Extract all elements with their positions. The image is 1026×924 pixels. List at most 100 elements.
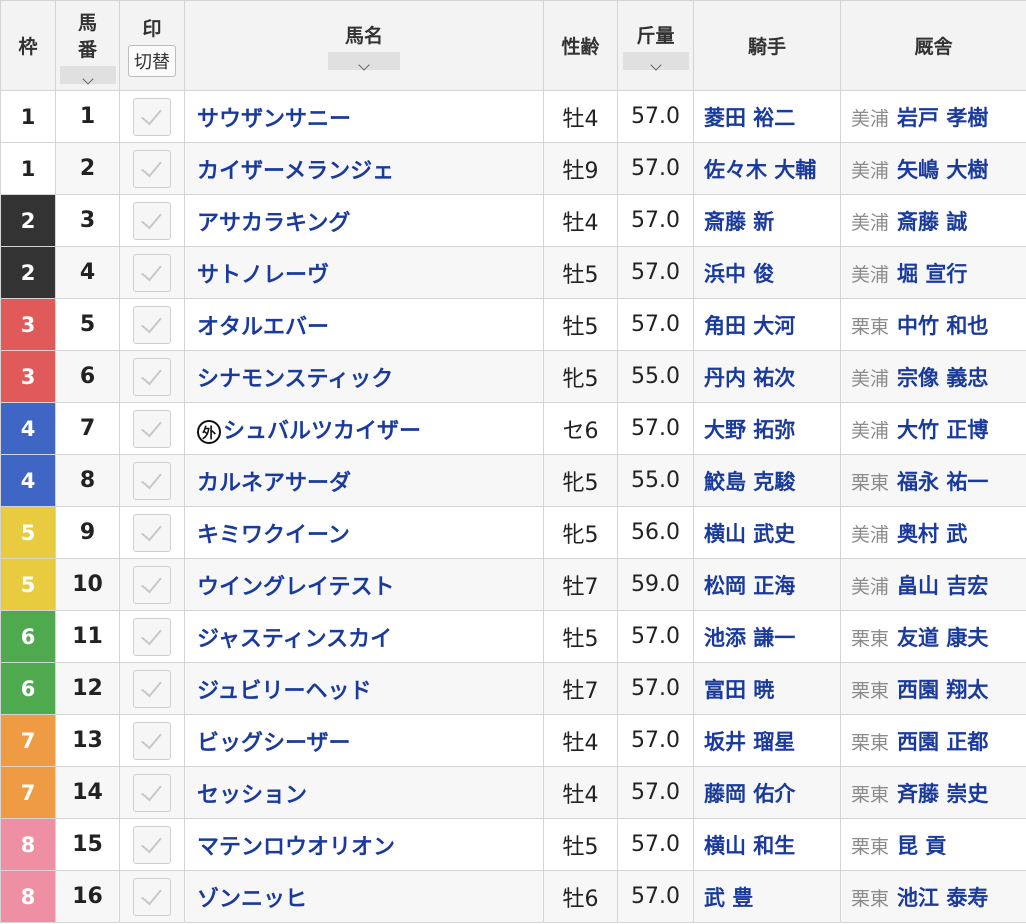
trainer-name[interactable]: 奥村 武 [897, 522, 967, 546]
stable-cell: 美浦 矢嶋 大樹 [840, 142, 1026, 195]
mark-checkbox[interactable] [133, 617, 171, 656]
stable-cell: 美浦堀 宣行 [840, 246, 1026, 299]
trainer-name[interactable]: 西園 正都 [897, 730, 988, 754]
jockey-name[interactable]: 池添 謙一 [693, 610, 841, 663]
trainer-name[interactable]: 大竹 正博 [897, 418, 988, 442]
header-horse-name[interactable]: 馬名 [184, 0, 544, 91]
mark-checkbox[interactable] [133, 305, 171, 344]
horse-name-sort-button[interactable] [328, 52, 400, 71]
horse-name[interactable]: ウイングレイテスト [184, 558, 544, 611]
mark-checkbox[interactable] [133, 565, 171, 604]
horse-name[interactable]: サトノレーヴ [184, 246, 544, 299]
trainer-name[interactable]: 池江 泰寿 [897, 886, 988, 910]
horse-name[interactable]: キミワクイーン [184, 506, 544, 559]
table-row: 2 4 サトノレーヴ 牡5 57.0 浜中 俊美浦堀 宣行 [0, 246, 1026, 299]
horse-name-text[interactable]: マテンロウオリオン [197, 835, 395, 860]
mark-checkbox[interactable] [133, 253, 171, 292]
horse-name-text[interactable]: ウイングレイテスト [197, 575, 395, 600]
horse-name[interactable]: カルネアサーダ [184, 454, 544, 507]
trainer-name[interactable]: 斉藤 崇史 [897, 782, 988, 806]
horse-name-text[interactable]: ゾンニッヒ [197, 887, 307, 912]
jockey-name[interactable]: 菱田 裕二 [693, 90, 841, 143]
mark-checkbox[interactable] [133, 357, 171, 396]
horse-number: 5 [55, 298, 120, 351]
trainer-name[interactable]: 堀 宣行 [897, 262, 967, 286]
horse-name-text[interactable]: ビッグシーザー [197, 731, 351, 756]
trainer-name[interactable]: 岩戸 孝樹 [897, 106, 988, 130]
horse-name[interactable]: 外シュバルツカイザー [184, 402, 544, 455]
horse-name-text[interactable]: サウザンサニー [197, 107, 351, 132]
jockey-name[interactable]: 斎藤 新 [693, 194, 841, 247]
mark-checkbox[interactable] [133, 409, 171, 448]
mark-checkbox[interactable] [133, 773, 171, 812]
jockey-name[interactable]: 浜中 俊 [693, 246, 841, 299]
jockey-name[interactable]: 鮫島 克駿 [693, 454, 841, 507]
horse-name-text[interactable]: キミワクイーン [197, 523, 350, 548]
weight-sort-button[interactable] [622, 52, 689, 71]
trainer-name[interactable]: 矢嶋 大樹 [897, 158, 988, 182]
horse-name-text[interactable]: カルネアサーダ [197, 471, 351, 496]
trainer-name[interactable]: 畠山 吉宏 [897, 574, 988, 598]
mark-checkbox[interactable] [133, 513, 171, 552]
jockey-name[interactable]: 佐々木 大輔 [693, 142, 841, 195]
jockey-name[interactable]: 丹内 祐次 [693, 350, 841, 403]
jockey-name[interactable]: 大野 拓弥 [693, 402, 841, 455]
chevron-down-icon [649, 59, 662, 71]
table-row: 7 13 ビッグシーザー 牡4 57.0 坂井 瑠星 栗東 西園 正都 [0, 714, 1026, 767]
trainer-name[interactable]: 斎藤 誠 [897, 210, 967, 234]
stable-cell: 美浦 岩戸 孝樹 [840, 90, 1026, 143]
mark-checkbox[interactable] [133, 825, 171, 864]
horse-name[interactable]: セッション [184, 766, 544, 819]
horse-name-text[interactable]: オタルエバー [197, 315, 329, 340]
waku-number: 5 [0, 506, 56, 559]
horse-name[interactable]: ジャスティンスカイ [184, 610, 544, 663]
horse-name[interactable]: マテンロウオリオン [184, 818, 544, 871]
trainer-name[interactable]: 昆 貢 [897, 834, 946, 858]
horse-name[interactable]: サウザンサニー [184, 90, 544, 143]
horse-name-text[interactable]: シナモンスティック [197, 367, 393, 392]
horse-name[interactable]: オタルエバー [184, 298, 544, 351]
trainer-name[interactable]: 中竹 和也 [897, 314, 988, 338]
sex-age: 牡5 [543, 610, 618, 663]
jockey-name[interactable]: 坂井 瑠星 [693, 714, 841, 767]
trainer-name[interactable]: 福永 祐一 [897, 470, 988, 494]
horse-name[interactable]: ビッグシーザー [184, 714, 544, 767]
header-umaban[interactable]: 馬 番 [55, 0, 120, 91]
mark-checkbox[interactable] [133, 201, 171, 240]
horse-name-text[interactable]: アサカラキング [197, 211, 350, 236]
jockey-name[interactable]: 松岡 正海 [693, 558, 841, 611]
header-weight[interactable]: 斤量 [617, 0, 694, 91]
mark-checkbox[interactable] [133, 877, 171, 916]
jockey-name[interactable]: 横山 武史 [693, 506, 841, 559]
header-umaban-line2: 番 [77, 38, 97, 61]
mark-checkbox[interactable] [133, 149, 171, 188]
horse-name[interactable]: ジュビリーヘッド [184, 662, 544, 715]
horse-name-text[interactable]: ジュビリーヘッド [197, 679, 371, 704]
horse-name-text[interactable]: シュバルツカイザー [223, 419, 421, 444]
mark-checkbox[interactable] [133, 721, 171, 760]
mark-checkbox[interactable] [133, 669, 171, 708]
weight: 56.0 [617, 506, 694, 559]
jockey-name[interactable]: 藤岡 佑介 [693, 766, 841, 819]
horse-name-text[interactable]: セッション [197, 783, 307, 808]
mark-toggle-button[interactable]: 切替 [128, 45, 176, 77]
horse-name-text[interactable]: ジャスティンスカイ [197, 627, 392, 652]
horse-name-text[interactable]: カイザーメランジェ [197, 159, 394, 184]
trainer-name[interactable]: 友道 康夫 [897, 626, 988, 650]
umaban-sort-button[interactable] [59, 65, 116, 85]
mark-checkbox[interactable] [133, 461, 171, 500]
horse-name[interactable]: ゾンニッヒ [184, 870, 544, 923]
mark-checkbox[interactable] [133, 97, 171, 136]
horse-name[interactable]: カイザーメランジェ [184, 142, 544, 195]
weight: 57.0 [617, 246, 694, 299]
horse-name[interactable]: アサカラキング [184, 194, 544, 247]
jockey-name[interactable]: 横山 和生 [693, 818, 841, 871]
trainer-name[interactable]: 宗像 義忠 [897, 366, 988, 390]
jockey-name[interactable]: 武 豊 [693, 870, 841, 923]
trainer-name[interactable]: 西園 翔太 [897, 678, 988, 702]
horse-name-text[interactable]: サトノレーヴ [197, 263, 329, 288]
horse-name[interactable]: シナモンスティック [184, 350, 544, 403]
jockey-name[interactable]: 富田 暁 [693, 662, 841, 715]
jockey-name[interactable]: 角田 大河 [693, 298, 841, 351]
sex-age: 牡6 [543, 870, 618, 923]
